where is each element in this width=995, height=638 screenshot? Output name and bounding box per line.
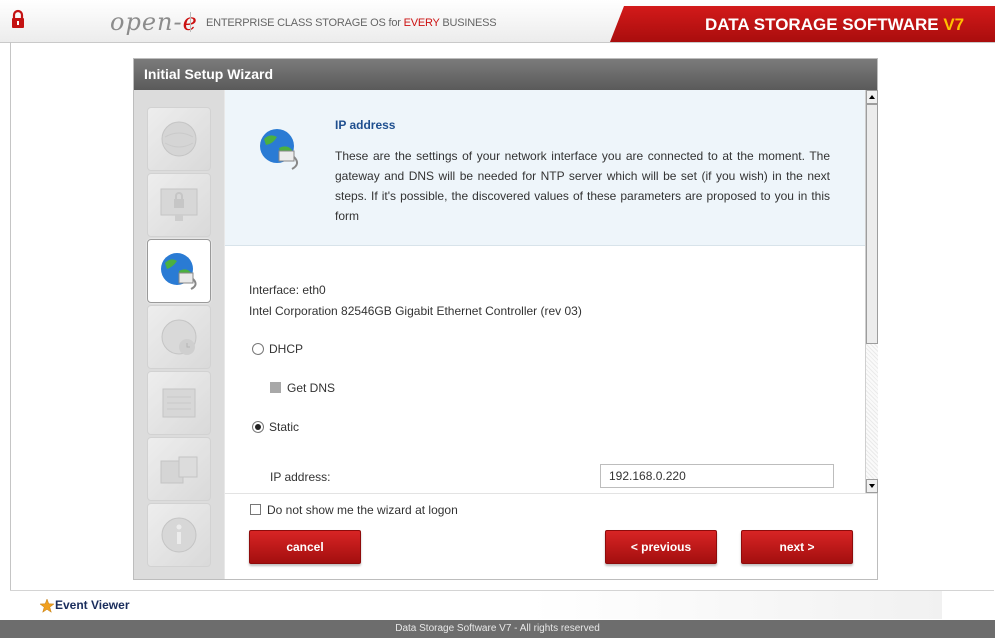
scroll-down-button[interactable]	[866, 479, 878, 493]
globe-icon	[161, 121, 197, 157]
cancel-button[interactable]: cancel	[249, 530, 361, 564]
scroll-up-button[interactable]	[866, 90, 878, 104]
server-icon	[162, 388, 196, 418]
event-bar	[10, 590, 994, 619]
product-name: DATA STORAGE SOFTWARE V7	[705, 15, 964, 35]
step-globe[interactable]	[147, 107, 211, 171]
clock-icon	[161, 319, 197, 355]
info-panel: IP address These are the settings of you…	[225, 90, 865, 246]
step-security[interactable]	[147, 173, 211, 237]
logo-text: open-e	[110, 8, 198, 36]
scroll-thumb[interactable]	[866, 104, 878, 344]
event-viewer-link[interactable]: Event Viewer	[55, 598, 129, 612]
step-info[interactable]	[147, 503, 211, 567]
get-dns-label: Get DNS	[287, 381, 336, 395]
section-description: These are the settings of your network i…	[335, 149, 830, 223]
step-ip-address[interactable]	[147, 239, 211, 303]
dhcp-label: DHCP	[269, 342, 304, 356]
step-storage[interactable]	[147, 437, 211, 501]
storage-icon	[160, 456, 198, 484]
controller-label: Intel Corporation 82546GB Gigabit Ethern…	[249, 304, 582, 318]
top-header: open-e ENTERPRISE CLASS STORAGE OS for E…	[0, 0, 995, 43]
info-icon	[161, 517, 197, 553]
network-globe-icon	[260, 129, 298, 170]
previous-button[interactable]: < previous	[605, 530, 717, 564]
interface-label: Interface: eth0	[249, 283, 326, 297]
product-version: V7	[943, 15, 965, 34]
next-button[interactable]: next >	[741, 530, 853, 564]
step-server[interactable]	[147, 371, 211, 435]
footer: Data Storage Software V7 - All rights re…	[0, 620, 995, 638]
tagline: ENTERPRISE CLASS STORAGE OS for EVERY BU…	[206, 17, 497, 29]
star-icon	[40, 599, 54, 613]
lock-icon[interactable]	[10, 9, 26, 29]
header-divider	[190, 12, 191, 32]
ip-address-label: IP address:	[270, 470, 331, 484]
tagline-suffix: BUSINESS	[439, 17, 497, 29]
step-time[interactable]	[147, 305, 211, 369]
ip-form: Interface: eth0 Intel Corporation 82546G…	[225, 246, 865, 492]
content-divider	[225, 493, 877, 494]
section-title: IP address	[335, 118, 396, 132]
lock-monitor-icon	[160, 188, 198, 221]
wizard-title: Initial Setup Wizard	[134, 59, 877, 90]
get-dns-checkbox[interactable]	[270, 382, 281, 393]
dont-show-label: Do not show me the wizard at logon	[267, 503, 458, 517]
brand-logo: open-e	[110, 8, 198, 36]
dont-show-checkbox[interactable]	[250, 504, 261, 515]
content-scrollbar[interactable]	[865, 90, 878, 493]
wizard-steps	[134, 90, 224, 579]
static-label: Static	[269, 420, 300, 434]
tagline-prefix: ENTERPRISE CLASS STORAGE OS for	[206, 17, 404, 29]
product-name-text: DATA STORAGE SOFTWARE	[705, 15, 944, 34]
wizard-content: IP address These are the settings of you…	[225, 90, 878, 579]
dhcp-radio[interactable]	[252, 343, 264, 355]
static-radio[interactable]	[252, 421, 264, 433]
network-globe-icon	[161, 253, 197, 290]
ip-address-input[interactable]	[600, 464, 834, 488]
setup-wizard: Initial Setup Wizard IP address These ar…	[133, 58, 878, 580]
tagline-highlight: EVERY	[403, 17, 440, 29]
